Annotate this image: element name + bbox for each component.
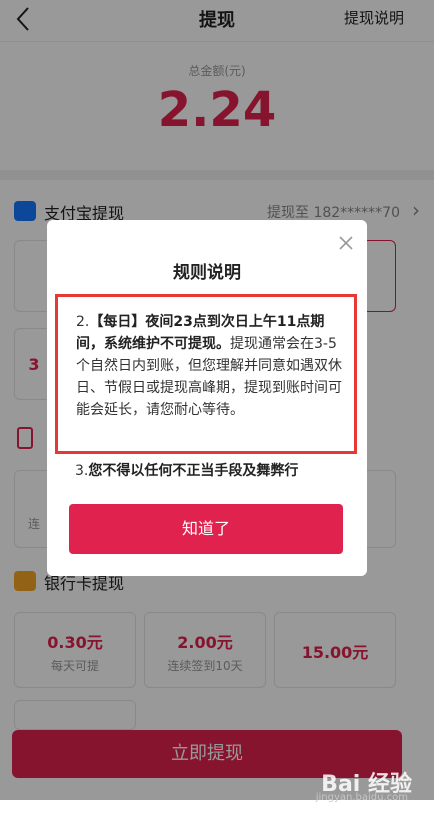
- rule-2-number: 2.: [76, 314, 90, 330]
- highlight-frame: 2.【每日】夜间23点到次日上午11点期间，系统维护不可提现。提现通常会在3-5…: [55, 294, 357, 454]
- watermark-url: jingyan.baidu.com: [315, 792, 408, 803]
- dialog-title: 规则说明: [173, 263, 241, 283]
- rule-3-number: 3.: [75, 463, 89, 479]
- rule-2-text: 2.【每日】夜间23点到次日上午11点期间，系统维护不可提现。提现通常会在3-5…: [76, 311, 346, 421]
- rule-3-text: 3.您不得以任何不正当手段及舞弊行: [75, 460, 298, 480]
- rule-3-bold: 您不得以任何不正当手段及舞弊行: [88, 463, 299, 479]
- got-it-button[interactable]: 知道了: [69, 504, 343, 554]
- rules-dialog: 规则说明 2.【每日】夜间23点到次日上午11点期间，系统维护不可提现。提现通常…: [47, 220, 367, 576]
- close-icon[interactable]: [337, 234, 355, 252]
